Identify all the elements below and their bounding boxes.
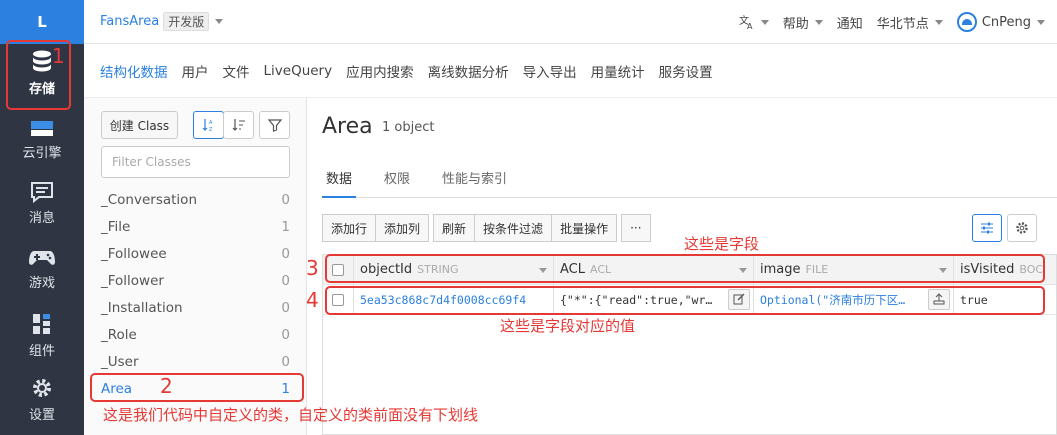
- annotation-number-4: 4: [306, 288, 319, 312]
- annotation-custom-class: 这是我们代码中自定义的类，自定义的类前面没有下划线: [103, 406, 479, 424]
- settings-button[interactable]: [1007, 214, 1037, 242]
- class-item[interactable]: _Follower 0: [101, 267, 290, 294]
- annotation-box-area: [90, 373, 304, 402]
- annotation-number-1: 1: [52, 44, 65, 68]
- nav-structured-data[interactable]: 结构化数据: [100, 61, 168, 81]
- gear-icon: [1016, 222, 1028, 234]
- svg-text:A: A: [747, 22, 753, 30]
- user-menu[interactable]: CnPeng: [956, 12, 1045, 32]
- top-right-menu: 文A 帮助 通知 华北节点 CnPeng: [739, 0, 1045, 44]
- nav-offline-analysis[interactable]: 离线数据分析: [428, 61, 509, 81]
- nav-usage[interactable]: 用量统计: [591, 61, 645, 81]
- avatar: [956, 12, 977, 32]
- add-row-button[interactable]: 添加行: [322, 214, 377, 242]
- rail-item-components[interactable]: 组件: [0, 312, 84, 359]
- refresh-button[interactable]: 刷新: [433, 214, 476, 242]
- batch-ops-button[interactable]: 批量操作: [551, 214, 618, 242]
- sort-count-icon: [232, 119, 245, 131]
- funnel-icon: [267, 119, 282, 132]
- create-class-button[interactable]: 创建 Class: [101, 111, 178, 139]
- nav-service-settings[interactable]: 服务设置: [659, 61, 713, 81]
- message-icon: [31, 182, 53, 203]
- app-logo[interactable]: L: [0, 0, 84, 44]
- chevron-down-icon[interactable]: [215, 19, 224, 24]
- class-item[interactable]: _Followee 0: [101, 240, 290, 267]
- svg-text:A: A: [209, 120, 213, 126]
- gear-icon: [33, 379, 51, 397]
- rail-item-label: 游戏: [28, 276, 55, 291]
- tab-permissions[interactable]: 权限: [380, 160, 414, 198]
- nav-files[interactable]: 文件: [223, 61, 250, 81]
- translate-icon: 文A: [739, 14, 753, 30]
- sort-count-button[interactable]: [223, 111, 254, 139]
- nav-in-app-search[interactable]: 应用内搜索: [346, 61, 414, 81]
- annotation-fields: 这些是字段: [684, 235, 760, 253]
- annotation-number-3: 3: [306, 256, 319, 280]
- help-menu[interactable]: 帮助: [783, 13, 823, 32]
- class-item[interactable]: _Installation 0: [101, 294, 290, 321]
- top-bar: FansArea 开发版 文A 帮助 通知 华北节点 CnPeng: [84, 0, 1057, 44]
- nav-import-export[interactable]: 导入导出: [523, 61, 577, 81]
- section-nav: 结构化数据 用户 文件 LiveQuery 应用内搜索 离线数据分析 导入导出 …: [84, 44, 1057, 98]
- add-column-button[interactable]: 添加列: [375, 214, 430, 242]
- gamepad-icon: [29, 251, 55, 265]
- annotation-box-fields: [325, 254, 1045, 283]
- annotation-values: 这些是字段对应的值: [500, 317, 636, 335]
- object-count: 1 object: [382, 120, 435, 135]
- class-title: Area: [322, 114, 373, 139]
- class-item[interactable]: _Role 0: [101, 321, 290, 348]
- components-icon: [33, 314, 50, 334]
- nav-livequery[interactable]: LiveQuery: [264, 63, 333, 79]
- rail-item-label: 组件: [28, 344, 55, 359]
- svg-text:Z: Z: [209, 127, 213, 132]
- rail-item-cloud-engine[interactable]: 云引擎: [0, 120, 84, 161]
- filter-classes-input[interactable]: Filter Classes: [101, 146, 290, 178]
- rail-item-label: 云引擎: [22, 146, 62, 161]
- annotation-box-values: [325, 286, 1045, 315]
- filter-by-condition-button[interactable]: 按条件过滤: [474, 214, 553, 242]
- sort-alpha-button[interactable]: AZ: [193, 111, 224, 139]
- tab-performance-index[interactable]: 性能与索引: [438, 160, 511, 198]
- class-tabs: 数据 权限 性能与索引: [322, 160, 1057, 198]
- tab-data[interactable]: 数据: [322, 160, 357, 198]
- rail-item-message[interactable]: 消息: [0, 181, 84, 226]
- rail-item-game[interactable]: 游戏: [0, 248, 84, 291]
- filter-button[interactable]: [259, 111, 290, 139]
- sort-alpha-icon: AZ: [202, 119, 213, 132]
- data-toolbar: 添加行 添加列 刷新 按条件过滤 批量操作 ···: [322, 214, 651, 242]
- nav-users[interactable]: 用户: [182, 61, 209, 81]
- cloud-engine-icon: [31, 121, 53, 136]
- class-item[interactable]: _User 0: [101, 348, 290, 375]
- notify-link[interactable]: 通知: [837, 13, 863, 32]
- column-settings-button[interactable]: [972, 214, 1002, 242]
- annotation-number-2: 2: [160, 374, 173, 398]
- class-item[interactable]: _File 1: [101, 213, 290, 240]
- region-menu[interactable]: 华北节点: [877, 13, 943, 32]
- sliders-icon: [981, 222, 993, 234]
- class-item[interactable]: _Conversation 0: [101, 186, 290, 213]
- more-button[interactable]: ···: [621, 214, 651, 242]
- rail-item-label: 设置: [28, 408, 55, 423]
- app-name[interactable]: FansArea: [100, 14, 159, 29]
- rail-item-label: 消息: [28, 211, 55, 226]
- rail-item-settings[interactable]: 设置: [0, 376, 84, 423]
- edition-badge: 开发版: [163, 12, 210, 31]
- language-switch[interactable]: 文A: [739, 14, 769, 30]
